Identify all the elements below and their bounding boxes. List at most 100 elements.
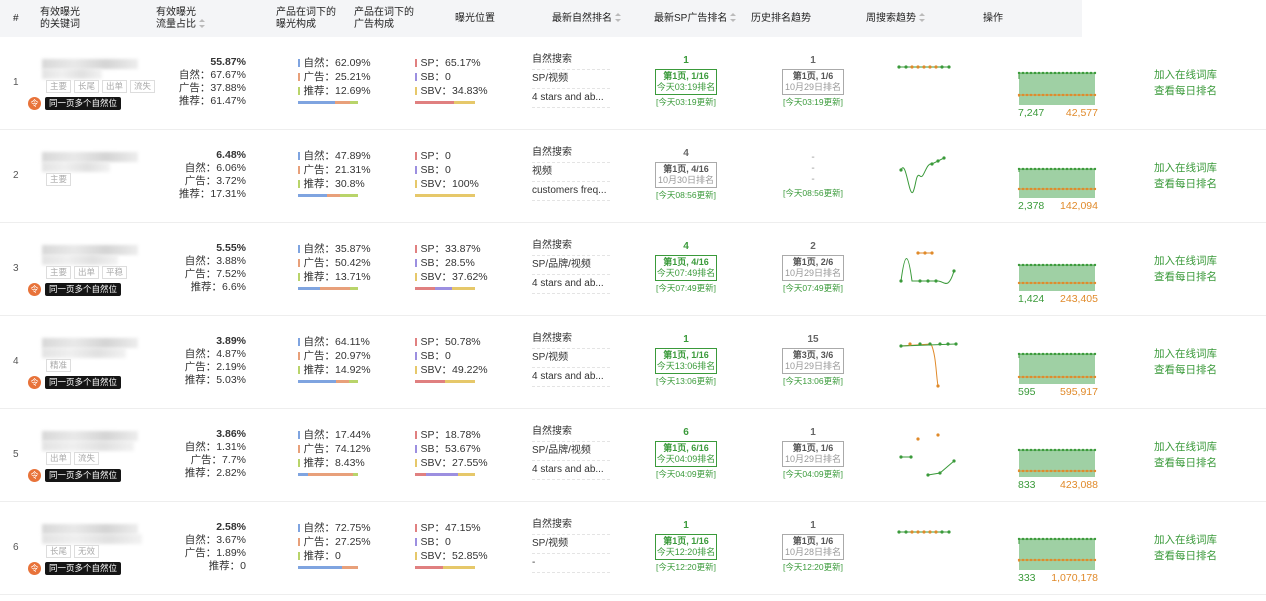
sort-icon[interactable] [730, 13, 737, 22]
composition-bar [298, 380, 358, 383]
weekly-values: 2,378 142,094 [1018, 200, 1098, 212]
position-item: 视频 [532, 163, 610, 182]
keyword-tag: 精准 [46, 359, 72, 372]
exposure-positions: 自然搜索 SP/品牌/视频 4 stars and ab... [532, 423, 610, 480]
add-to-library-link[interactable]: 加入在线词库 [1154, 67, 1217, 83]
row-index: 2 [13, 170, 19, 181]
composition-bar [298, 473, 358, 476]
col-sp-rank[interactable]: 最新SP广告排名 [654, 13, 737, 25]
table-header: # 有效曝光 的关键词 有效曝光 流量占比 产品在词下的 曝光构成 产品在词下的 广告构… [0, 0, 1082, 37]
org-rank-box[interactable]: 6 第1页, 6/16 今天04:09排名 [今天04:09更新] [655, 426, 717, 480]
weekly-search-chart [1015, 243, 1099, 298]
position-item: 4 stars and ab... [532, 89, 610, 108]
multi-position-badge: 同一页多个自然位 [45, 376, 122, 389]
keyword-text-blurred [42, 162, 110, 172]
sort-icon[interactable] [199, 19, 206, 28]
sp-rank-box[interactable]: 1 第1页, 1/6 10月29日排名 [今天03:19更新] [782, 54, 844, 108]
org-rank-box[interactable]: 1 第1页, 1/16 今天03:19排名 [今天03:19更新] [655, 54, 717, 108]
weekly-values: 7,247 42,577 [1018, 107, 1098, 119]
view-daily-rank-link[interactable]: 查看每日排名 [1154, 176, 1217, 192]
position-item: SP/视频 [532, 349, 610, 368]
exposure-composition: 自然：64.11% 广告：20.97% 推荐：14.92% [298, 335, 371, 383]
exposure-share: 3.86% 自然：1.31% 广告：7.7% 推荐：2.82% [184, 428, 246, 479]
view-daily-rank-link[interactable]: 查看每日排名 [1154, 83, 1217, 99]
history-sparkline [896, 241, 960, 300]
keyword-tags: 主要 出单 平稳 [46, 266, 128, 279]
sp-rank-box[interactable]: 1 第1页, 1/6 10月29日排名 [今天04:09更新] [782, 426, 844, 480]
add-to-library-link[interactable]: 加入在线词库 [1154, 160, 1217, 176]
keyword-text-blurred[interactable] [42, 524, 138, 534]
org-rank-box[interactable]: 1 第1页, 1/16 今天13:06排名 [今天13:06更新] [655, 333, 717, 387]
row-index: 1 [13, 77, 19, 88]
add-to-library-link[interactable]: 加入在线词库 [1154, 532, 1217, 548]
keyword-text-blurred[interactable] [42, 152, 138, 162]
position-item: 自然搜索 [532, 423, 610, 442]
row-actions: 加入在线词库 查看每日排名 [1154, 160, 1217, 192]
add-to-library-link[interactable]: 加入在线词库 [1154, 253, 1217, 269]
position-item: 自然搜索 [532, 144, 610, 163]
keyword-text-blurred [42, 441, 134, 451]
row-actions: 加入在线词库 查看每日排名 [1154, 67, 1217, 99]
view-daily-rank-link[interactable]: 查看每日排名 [1154, 269, 1217, 285]
weekly-values: 833 423,088 [1018, 479, 1098, 491]
history-sparkline [896, 148, 960, 207]
keyword-text-blurred [42, 534, 142, 544]
position-item: 自然搜索 [532, 51, 610, 70]
table-row: 1 主要 长尾 出单 流失 令同一页多个自然位 55.87% 自然：67.67% 广告：3… [0, 37, 1266, 130]
add-to-library-link[interactable]: 加入在线词库 [1154, 439, 1217, 455]
weekly-search-chart [1015, 522, 1099, 577]
org-rank-box[interactable]: 1 第1页, 1/16 今天12:20排名 [今天12:20更新] [655, 519, 717, 573]
table-row: 5 出单 流失 令同一页多个自然位 3.86% 自然：1.31% 广告：7.7% 推荐：… [0, 409, 1266, 502]
col-index: # [13, 13, 19, 24]
keyword-text-blurred[interactable] [42, 431, 138, 441]
same-page-icon: 令 [28, 562, 41, 575]
position-item: 4 stars and ab... [532, 461, 610, 480]
keyword-text-blurred[interactable] [42, 338, 138, 348]
exposure-composition: 自然：72.75% 广告：27.25% 推荐：0 [298, 521, 371, 569]
multi-position-badge: 同一页多个自然位 [45, 97, 122, 110]
position-item: customers freq... [532, 182, 610, 201]
keyword-tag: 流失 [130, 80, 156, 93]
keyword-tags: 长尾 无效 [46, 545, 100, 558]
col-share[interactable]: 有效曝光 流量占比 [156, 7, 206, 31]
row-index: 4 [13, 356, 19, 367]
weekly-search-chart [1015, 57, 1099, 112]
keyword-text-blurred[interactable] [42, 245, 138, 255]
view-daily-rank-link[interactable]: 查看每日排名 [1154, 548, 1217, 564]
sp-rank-box[interactable]: 15 第3页, 3/6 10月29日排名 [今天13:06更新] [782, 333, 844, 387]
col-ops: 操作 [983, 13, 1003, 24]
col-weekly[interactable]: 周搜索趋势 [866, 13, 926, 25]
keyword-tag: 长尾 [46, 545, 72, 558]
ad-composition: SP：33.87% SB：28.5% SBV：37.62% [415, 242, 488, 290]
keyword-text-blurred[interactable] [42, 59, 138, 69]
ad-composition: SP：50.78% SB：0 SBV：49.22% [415, 335, 488, 383]
exposure-positions: 自然搜索 SP/视频 - [532, 516, 610, 573]
multi-position-badge: 同一页多个自然位 [45, 562, 122, 575]
row-index: 3 [13, 263, 19, 274]
view-daily-rank-link[interactable]: 查看每日排名 [1154, 362, 1217, 378]
sort-icon[interactable] [615, 13, 622, 22]
exposure-composition: 自然：17.44% 广告：74.12% 推荐：8.43% [298, 428, 371, 476]
exposure-composition: 自然：35.87% 广告：50.42% 推荐：13.71% [298, 242, 371, 290]
col-keyword[interactable]: 有效曝光 的关键词 [40, 7, 80, 31]
ad-composition: SP：47.15% SB：0 SBV：52.85% [415, 521, 488, 569]
sp-rank-box[interactable]: 2 第1页, 2/6 10月29日排名 [今天07:49更新] [782, 240, 844, 294]
weekly-values: 1,424 243,405 [1018, 293, 1098, 305]
org-rank-box[interactable]: 4 第1页, 4/16 10月30日排名 [今天08:56更新] [655, 147, 717, 201]
keyword-tag: 出单 [46, 452, 72, 465]
sort-icon[interactable] [919, 13, 926, 22]
position-item: SP/视频 [532, 535, 610, 554]
keyword-text-blurred [42, 255, 118, 265]
weekly-search-chart [1015, 150, 1099, 205]
org-rank-box[interactable]: 4 第1页, 4/16 今天07:49排名 [今天07:49更新] [655, 240, 717, 294]
same-page-icon: 令 [28, 283, 41, 296]
view-daily-rank-link[interactable]: 查看每日排名 [1154, 455, 1217, 471]
position-item: SP/视频 [532, 70, 610, 89]
add-to-library-link[interactable]: 加入在线词库 [1154, 346, 1217, 362]
sp-rank-box[interactable]: 1 第1页, 1/6 10月28日排名 [今天12:20更新] [782, 519, 844, 573]
keyword-tags: 主要 长尾 出单 流失 [46, 80, 156, 93]
composition-bar [298, 194, 358, 197]
col-composition: 产品在词下的 曝光构成 [276, 7, 336, 30]
ad-composition: SP：0 SB：0 SBV：100% [415, 149, 485, 197]
col-organic-rank[interactable]: 最新自然排名 [552, 13, 622, 25]
